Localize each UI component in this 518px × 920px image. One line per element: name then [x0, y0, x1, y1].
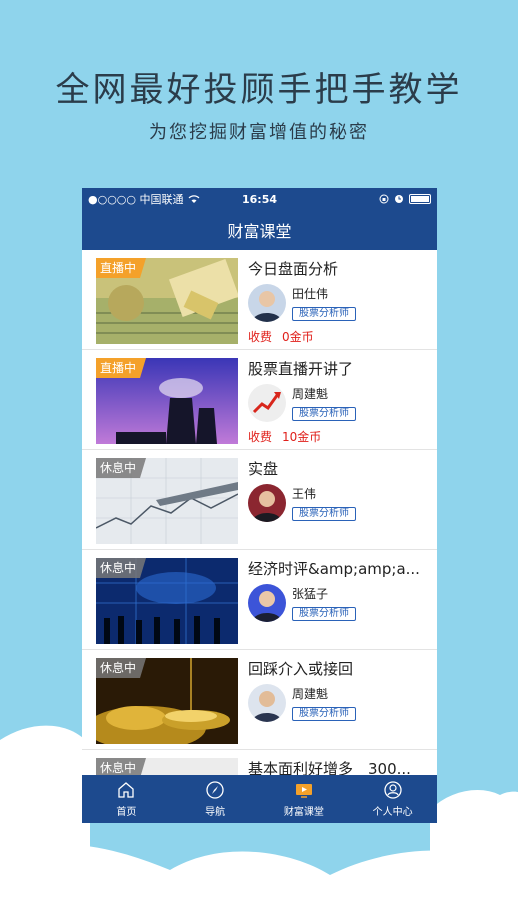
course-thumbnail: 休息中: [96, 558, 238, 644]
page-title: 财富课堂: [82, 210, 437, 250]
video-icon: [295, 784, 312, 798]
carrier-label: ●○○○○ 中国联通: [88, 193, 184, 206]
avatar: [248, 584, 286, 622]
avatar: [248, 684, 286, 722]
rest-badge: 休息中: [96, 558, 147, 578]
course-title: 实盘: [248, 460, 279, 478]
user-icon: [383, 781, 402, 799]
course-thumbnail: 直播中: [96, 358, 238, 444]
course-thumbnail: 休息中: [96, 758, 238, 775]
tab-label: 财富课堂: [283, 807, 324, 818]
promo-headline: 全网最好投顾手把手教学: [55, 70, 463, 110]
tab-bar: 首页 导航 财富课堂 个人中心: [82, 775, 437, 823]
role-badge: 股票分析师: [292, 607, 356, 621]
promo-subline: 为您挖掘财富增值的秘密: [149, 122, 369, 143]
tab-label: 导航: [205, 807, 226, 818]
live-badge: 直播中: [96, 358, 147, 378]
lock-rotation-icon: [379, 194, 389, 204]
role-badge: 股票分析师: [292, 307, 356, 321]
price-label: 收费: [248, 330, 273, 344]
course-title: 回踩介入或接回: [248, 660, 354, 678]
role-badge: 股票分析师: [292, 507, 356, 521]
price-value: 0金币: [282, 330, 314, 344]
avatar: [248, 484, 286, 522]
course-thumbnail: 休息中: [96, 458, 238, 544]
course-thumbnail: 休息中: [96, 658, 238, 744]
list-item[interactable]: 休息中 实盘 王伟 股票分析师: [82, 450, 437, 550]
wifi-icon: [188, 194, 199, 203]
teacher-name: 周建魁: [292, 687, 329, 701]
rest-badge: 休息中: [96, 658, 147, 678]
course-list[interactable]: 直播中 今日盘面分析 田仕伟 股票分析师 收费 0金币 直播中 股票直播开讲了 …: [82, 250, 437, 775]
tab-wealth-class[interactable]: 财富课堂: [260, 775, 349, 823]
course-title: 经济时评&amp;amp;a...: [248, 560, 420, 578]
live-badge: 直播中: [96, 258, 147, 278]
tab-profile[interactable]: 个人中心: [348, 775, 437, 823]
list-item[interactable]: 直播中 股票直播开讲了 周建魁 股票分析师 收费 10金币: [82, 350, 437, 450]
role-badge: 股票分析师: [292, 407, 356, 421]
teacher-name: 田仕伟: [292, 287, 329, 301]
home-icon: [118, 782, 135, 798]
price-label: 收费: [248, 430, 273, 444]
teacher-name: 张猛子: [292, 587, 329, 601]
tab-home[interactable]: 首页: [82, 775, 171, 823]
compass-icon: [206, 781, 224, 799]
teacher-name: 周建魁: [292, 387, 329, 401]
list-item[interactable]: 休息中 基本面利好增多 300...: [82, 750, 437, 775]
course-title: 基本面利好增多 300...: [248, 760, 411, 775]
course-title: 股票直播开讲了: [248, 360, 354, 378]
tab-label: 个人中心: [372, 807, 413, 818]
alarm-icon: [395, 195, 403, 203]
avatar: [248, 384, 286, 422]
list-item[interactable]: 休息中 回踩介入或接回 周建魁 股票分析师: [82, 650, 437, 750]
tab-navigation[interactable]: 导航: [171, 775, 260, 823]
role-badge: 股票分析师: [292, 707, 356, 721]
list-item[interactable]: 休息中 经济时评&amp;amp;a... 张猛子 股票分析师: [82, 550, 437, 650]
course-thumbnail: 直播中: [96, 258, 238, 344]
list-item[interactable]: 直播中 今日盘面分析 田仕伟 股票分析师 收费 0金币: [82, 250, 437, 350]
avatar: [248, 284, 286, 322]
phone-screen: ●○○○○ 中国联通 16:54 财富课堂 直播中 今日盘面分析 田仕伟 股票分…: [82, 188, 437, 823]
rest-badge: 休息中: [96, 758, 147, 775]
battery-icon: [409, 194, 431, 204]
course-title: 今日盘面分析: [248, 260, 339, 278]
rest-badge: 休息中: [96, 458, 147, 478]
status-bar: ●○○○○ 中国联通 16:54: [82, 188, 437, 210]
teacher-name: 王伟: [292, 487, 317, 501]
tab-label: 首页: [116, 807, 137, 818]
price-value: 10金币: [282, 430, 322, 444]
